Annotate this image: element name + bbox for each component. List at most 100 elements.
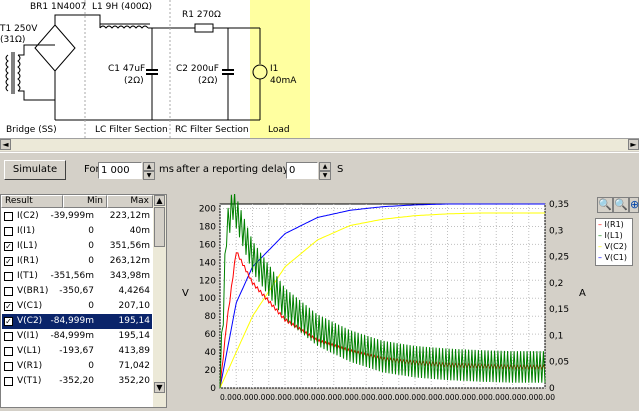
row-name: I(I1) — [17, 226, 36, 236]
section-load: Load — [268, 125, 290, 135]
spin-down-icon[interactable]: ▼ — [143, 171, 155, 180]
row-name: I(C2) — [17, 211, 39, 221]
row-max: 352,20 — [118, 376, 151, 386]
scroll-up-icon[interactable]: ▲ — [154, 195, 165, 206]
row-checkbox[interactable]: ✓ — [4, 242, 13, 251]
row-max: 4,4264 — [118, 286, 151, 296]
resistor-label: R1 270Ω — [182, 10, 221, 20]
scroll-down-icon[interactable]: ▼ — [154, 382, 165, 393]
right-tick-label: 0,35 — [549, 200, 569, 210]
table-row[interactable]: V(T1) -352,20 352,20 — [2, 374, 152, 389]
duration-field[interactable]: 1 000 — [98, 162, 142, 179]
duration-spinner[interactable]: ▲ ▼ — [143, 162, 155, 180]
row-max: 195,14 — [118, 316, 151, 326]
column-header-min[interactable]: Min — [63, 195, 107, 208]
chart-legend: – I(R1) – I(L1) – V(C2) – V(C1) — [595, 218, 633, 266]
spin-up-icon[interactable]: ▲ — [143, 162, 155, 171]
scroll-left-icon[interactable]: ◄ — [0, 139, 11, 150]
scroll-right-icon[interactable]: ► — [628, 139, 639, 150]
schematic-horizontal-scrollbar[interactable]: ◄ ► — [0, 138, 639, 151]
section-lc: LC Filter Section — [95, 125, 168, 135]
legend-item: – V(C2) — [598, 242, 627, 251]
row-min: -84,999m — [50, 316, 94, 326]
table-row[interactable]: I(C2) -39,999m 223,12m — [2, 209, 152, 224]
table-row[interactable]: ✓ V(C2) -84,999m 195,14 — [2, 314, 152, 329]
row-min: 0 — [88, 361, 94, 371]
row-max: 223,12m — [109, 211, 150, 221]
row-name: I(R1) — [17, 256, 39, 266]
table-row[interactable]: I(T1) -351,56m 343,98m — [2, 269, 152, 284]
c1-label: C1 47uF — [108, 64, 146, 74]
table-row[interactable]: V(I1) -84,999m 195,14 — [2, 329, 152, 344]
simulate-button[interactable]: Simulate — [4, 160, 66, 180]
legend-label: I(R1) — [604, 220, 624, 229]
row-min: -351,56m — [50, 271, 94, 281]
row-checkbox[interactable] — [4, 287, 13, 296]
right-tick-label: 0,2 — [549, 279, 563, 289]
results-vertical-scrollbar[interactable]: ▲ ▼ — [153, 195, 166, 407]
column-header-max[interactable]: Max — [107, 195, 153, 208]
table-row[interactable]: V(L1) -193,67 413,89 — [2, 344, 152, 359]
row-min: -350,67 — [59, 286, 94, 296]
table-row[interactable]: V(R1) 0 71,042 — [2, 359, 152, 374]
row-max: 351,56m — [109, 241, 150, 251]
row-name: V(T1) — [17, 376, 42, 386]
table-row[interactable]: I(I1) 0 40m — [2, 224, 152, 239]
left-axis-label: V — [182, 288, 189, 299]
row-max: 40m — [129, 226, 150, 236]
row-checkbox[interactable]: ✓ — [4, 317, 13, 326]
row-checkbox[interactable] — [4, 212, 13, 221]
delay-spinner[interactable]: ▲ ▼ — [319, 162, 331, 180]
table-row[interactable]: ✓ I(R1) 0 263,12m — [2, 254, 152, 269]
left-tick-label: 120 — [199, 276, 216, 286]
column-header-result[interactable]: Result — [1, 195, 63, 208]
row-checkbox[interactable] — [4, 227, 13, 236]
seconds-label: S — [337, 164, 344, 175]
scroll-thumb[interactable] — [154, 207, 165, 247]
row-name: I(L1) — [17, 241, 38, 251]
inductor-label: L1 9H (400Ω) — [92, 2, 153, 12]
row-max: 413,89 — [118, 346, 151, 356]
table-row[interactable]: ✓ I(L1) 0 351,56m — [2, 239, 152, 254]
right-axis-label: A — [579, 288, 586, 299]
zoom-in-icon[interactable]: 🔍 — [597, 197, 613, 213]
row-min: 0 — [88, 226, 94, 236]
row-name: V(C1) — [17, 301, 43, 311]
row-min: 0 — [88, 241, 94, 251]
row-name: V(BR1) — [17, 286, 49, 296]
zoom-reset-icon[interactable]: ⊕ — [629, 197, 639, 213]
row-checkbox[interactable]: ✓ — [4, 302, 13, 311]
row-checkbox[interactable] — [4, 362, 13, 371]
row-min: -193,67 — [59, 346, 94, 356]
table-row[interactable]: V(BR1) -350,67 4,4264 — [2, 284, 152, 299]
load-value: 40mA — [270, 76, 297, 86]
right-tick-label: 0,15 — [549, 305, 569, 315]
delay-field[interactable]: 0 — [286, 162, 318, 179]
left-tick-label: 140 — [199, 258, 216, 268]
row-max: 263,12m — [109, 256, 150, 266]
spin-up-icon[interactable]: ▲ — [319, 162, 331, 171]
legend-label: V(C2) — [604, 242, 627, 251]
row-checkbox[interactable]: ✓ — [4, 257, 13, 266]
table-row[interactable]: ✓ V(C1) 0 207,10 — [2, 299, 152, 314]
results-table: Result Min Max I(C2) -39,999m 223,12m I(I1)… — [0, 194, 167, 408]
left-tick-label: 0 — [210, 384, 216, 394]
delay-label: after a reporting delay of — [176, 164, 302, 175]
legend-label: I(L1) — [604, 231, 623, 240]
row-checkbox[interactable] — [4, 272, 13, 281]
row-checkbox[interactable] — [4, 377, 13, 386]
spin-down-icon[interactable]: ▼ — [319, 171, 331, 180]
row-min: -39,999m — [50, 211, 94, 221]
row-name: I(T1) — [17, 271, 38, 281]
left-tick-label: 100 — [199, 294, 216, 304]
zoom-out-icon[interactable]: 🔍 — [613, 197, 629, 213]
chart-svg: 2001801601401201008060402000,350,30,250,… — [182, 192, 586, 402]
c2-resistance: (2Ω) — [198, 76, 218, 86]
row-checkbox[interactable] — [4, 332, 13, 341]
rectifier-label: BR1 1N4007 — [30, 2, 87, 12]
left-tick-label: 160 — [199, 240, 216, 250]
right-tick-label: 0,05 — [549, 358, 569, 368]
left-tick-label: 40 — [205, 348, 217, 358]
row-max: 71,042 — [118, 361, 151, 371]
row-checkbox[interactable] — [4, 347, 13, 356]
